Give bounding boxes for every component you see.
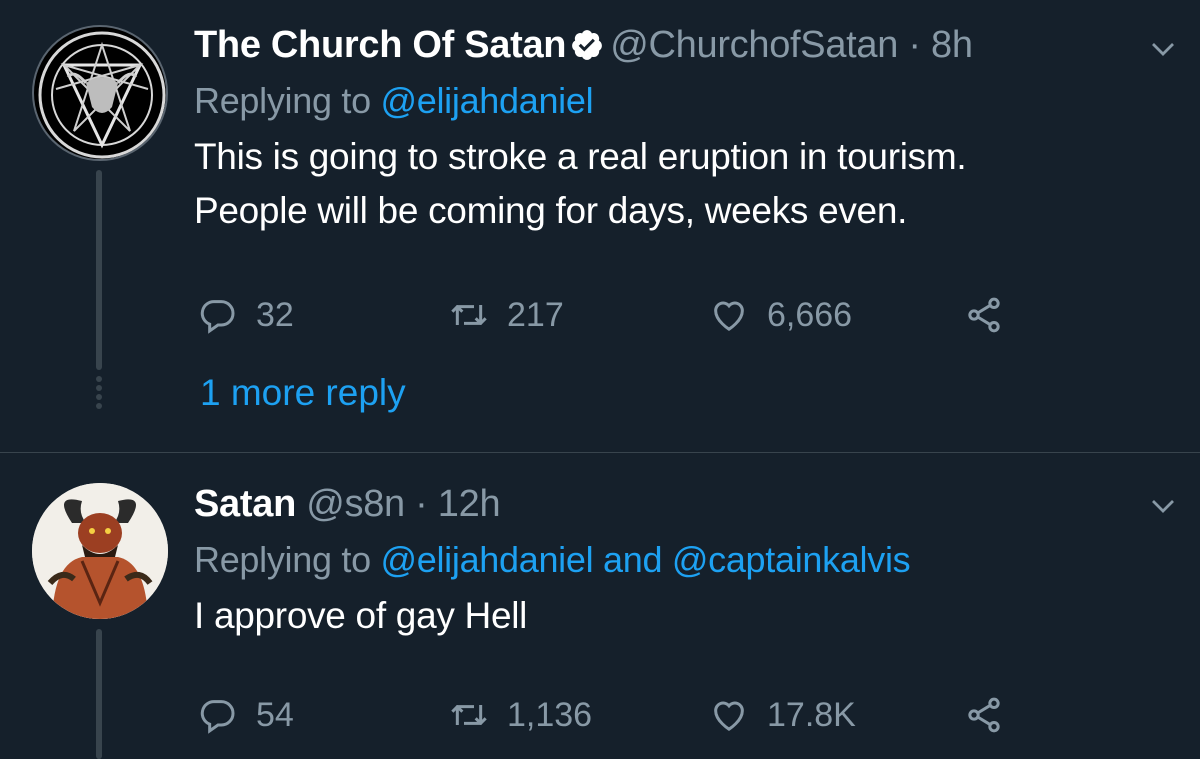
replying-prefix: Replying to bbox=[194, 80, 371, 121]
tweet-actions: 32 217 6,666 bbox=[194, 290, 1044, 340]
dot-separator: · bbox=[415, 483, 428, 525]
avatar[interactable] bbox=[32, 483, 168, 619]
verified-badge-icon bbox=[572, 30, 603, 60]
like-count: 6,666 bbox=[767, 295, 853, 334]
chevron-down-icon[interactable] bbox=[1148, 491, 1178, 521]
retweet-count: 1,136 bbox=[507, 695, 593, 734]
tweet-text-line: This is going to stroke a real eruption … bbox=[194, 136, 967, 177]
sigil-of-baphomet-logo bbox=[38, 31, 166, 159]
dot-separator: · bbox=[908, 24, 921, 66]
replying-prefix: Replying to bbox=[194, 539, 371, 580]
tweet-content: The Church Of Satan @ChurchofSatan · 8h … bbox=[194, 22, 1140, 238]
thread-line bbox=[96, 170, 102, 370]
tweet-text-line: I approve of gay Hell bbox=[194, 595, 528, 636]
tweet-header: Satan @s8n · 12h bbox=[194, 481, 1140, 527]
timestamp[interactable]: 12h bbox=[438, 483, 501, 525]
mention-link[interactable]: @elijahdaniel bbox=[381, 80, 594, 121]
thread-line bbox=[96, 629, 102, 759]
reply-count: 32 bbox=[256, 295, 294, 334]
tweet-text-line: People will be coming for days, weeks ev… bbox=[194, 190, 908, 231]
reply-icon bbox=[200, 300, 235, 334]
tweet-actions: 54 1,136 17.8K bbox=[194, 690, 1044, 740]
timestamp[interactable]: 8h bbox=[931, 24, 973, 66]
tweet-content: Satan @s8n · 12h Replying to @elijahdani… bbox=[194, 481, 1140, 643]
like-button[interactable]: 6,666 bbox=[709, 290, 852, 340]
retweet-icon bbox=[451, 705, 487, 725]
like-button[interactable]: 17.8K bbox=[709, 690, 856, 740]
tweet-text: This is going to stroke a real eruption … bbox=[194, 130, 1140, 238]
avatar[interactable] bbox=[32, 25, 168, 161]
reply-button[interactable]: 32 bbox=[198, 290, 294, 340]
tweet-header: The Church Of Satan @ChurchofSatan · 8h bbox=[194, 22, 1140, 68]
like-icon bbox=[714, 301, 744, 331]
retweet-count: 217 bbox=[507, 295, 564, 334]
mention-joiner: and bbox=[603, 539, 663, 580]
replying-to: Replying to @elijahdaniel bbox=[194, 78, 1140, 124]
reply-count: 54 bbox=[256, 695, 294, 734]
share-icon bbox=[968, 697, 1000, 733]
handle[interactable]: @s8n bbox=[306, 483, 405, 525]
demon-avatar-image bbox=[32, 483, 168, 619]
retweet-button[interactable]: 1,136 bbox=[449, 690, 592, 740]
share-icon bbox=[968, 297, 1000, 333]
retweet-icon bbox=[451, 305, 487, 325]
reply-icon bbox=[200, 700, 235, 734]
more-replies-link[interactable]: 1 more reply bbox=[200, 372, 406, 414]
like-count: 17.8K bbox=[767, 695, 856, 734]
display-name[interactable]: The Church Of Satan bbox=[194, 24, 567, 66]
replying-to: Replying to @elijahdaniel and @captainka… bbox=[194, 537, 1140, 583]
retweet-button[interactable]: 217 bbox=[449, 290, 564, 340]
thread-dots bbox=[95, 376, 103, 412]
mention-link[interactable]: @elijahdaniel bbox=[381, 539, 594, 580]
handle[interactable]: @ChurchofSatan bbox=[610, 24, 898, 66]
tweet-church-of-satan[interactable]: The Church Of Satan @ChurchofSatan · 8h … bbox=[0, 0, 1200, 452]
share-button[interactable] bbox=[964, 690, 1022, 740]
like-icon bbox=[714, 701, 744, 731]
display-name[interactable]: Satan bbox=[194, 483, 296, 525]
chevron-down-icon[interactable] bbox=[1148, 34, 1178, 64]
reply-button[interactable]: 54 bbox=[198, 690, 294, 740]
share-button[interactable] bbox=[964, 290, 1022, 340]
tweet-text: I approve of gay Hell bbox=[194, 589, 1140, 643]
mention-link[interactable]: @captainkalvis bbox=[672, 539, 911, 580]
